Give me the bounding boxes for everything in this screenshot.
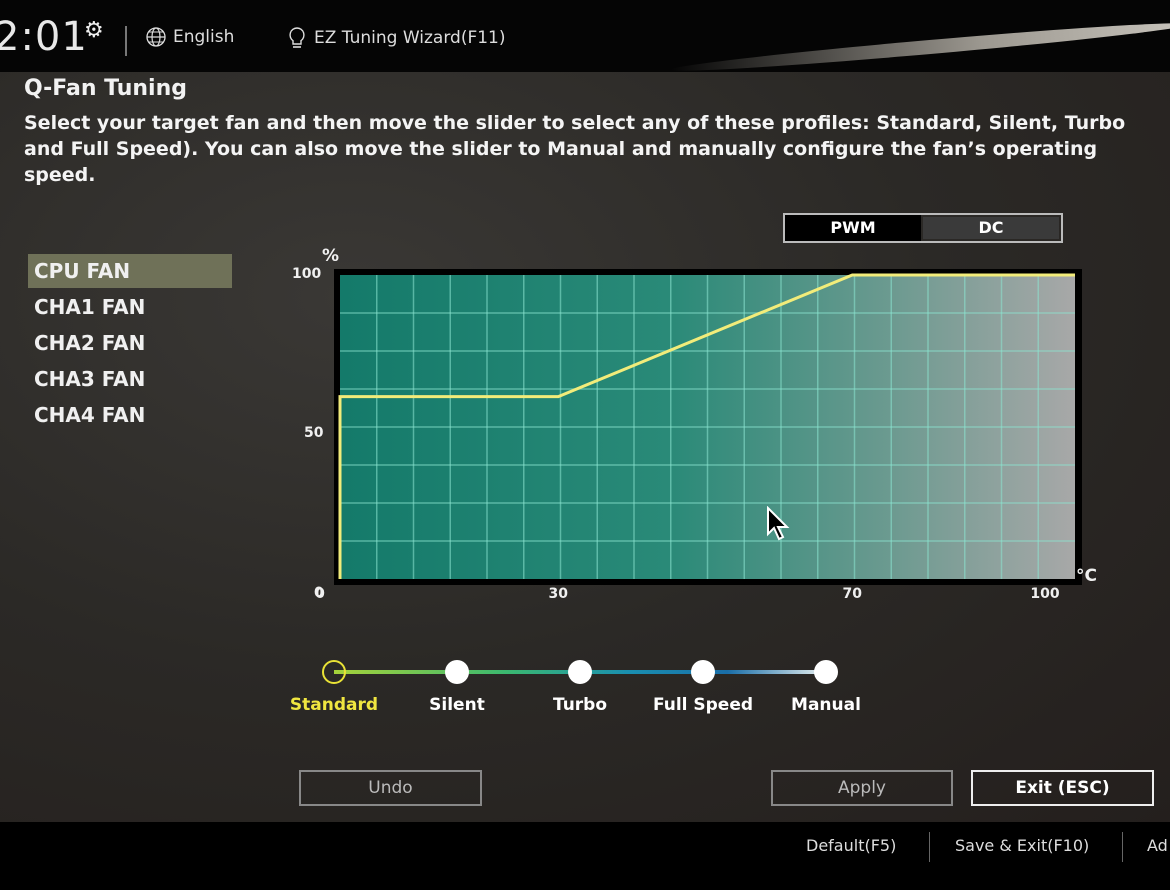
y-axis-label: % bbox=[322, 246, 340, 266]
profile-knob-turbo[interactable] bbox=[568, 660, 592, 684]
qfan-panel: Q-Fan Tuning Select your target fan and … bbox=[0, 72, 1170, 822]
profile-label-standard[interactable]: Standard bbox=[290, 695, 378, 715]
fan-mode-toggle: PWM DC bbox=[783, 213, 1063, 243]
fan-curve-chart[interactable] bbox=[334, 269, 1082, 585]
mouse-cursor-icon bbox=[767, 506, 790, 541]
profile-knob-full-speed[interactable] bbox=[691, 660, 715, 684]
x-axis-label: °C bbox=[1076, 566, 1097, 586]
bottom-bar: Default(F5) Save & Exit(F10) Ad bbox=[0, 822, 1170, 890]
x-tick-label: 100 bbox=[1030, 586, 1060, 602]
language-label: English bbox=[173, 27, 235, 47]
gear-icon[interactable]: ⚙ bbox=[84, 18, 104, 43]
default-button[interactable]: Default(F5) bbox=[806, 836, 896, 855]
profile-knob-standard[interactable] bbox=[322, 660, 346, 684]
divider bbox=[929, 832, 930, 862]
globe-icon bbox=[146, 27, 166, 47]
undo-button[interactable]: Undo bbox=[299, 770, 482, 806]
fan-curve-svg[interactable] bbox=[334, 269, 1082, 585]
profile-label-manual[interactable]: Manual bbox=[791, 695, 861, 715]
apply-button[interactable]: Apply bbox=[771, 770, 953, 806]
x-tick-label: 0 bbox=[315, 586, 325, 602]
y-tick-label: 100 bbox=[292, 266, 322, 282]
divider bbox=[1122, 832, 1123, 862]
profile-knob-manual[interactable] bbox=[814, 660, 838, 684]
fan-item-cha2[interactable]: CHA2 FAN bbox=[28, 326, 232, 360]
x-tick-label: 70 bbox=[842, 586, 863, 602]
advanced-mode-button[interactable]: Ad bbox=[1147, 836, 1168, 855]
y-tick-label: 50 bbox=[304, 425, 324, 441]
fan-item-cha1[interactable]: CHA1 FAN bbox=[28, 290, 232, 324]
page-description: Select your target fan and then move the… bbox=[24, 112, 1126, 186]
profile-knob-silent[interactable] bbox=[445, 660, 469, 684]
profile-label-turbo[interactable]: Turbo bbox=[553, 695, 607, 715]
profile-label-silent[interactable]: Silent bbox=[429, 695, 485, 715]
ez-tuning-wizard-button[interactable]: EZ Tuning Wizard(F11) bbox=[288, 26, 506, 50]
language-button[interactable]: English bbox=[145, 26, 234, 48]
fan-item-cha4[interactable]: CHA4 FAN bbox=[28, 398, 232, 432]
clock: 2:01 bbox=[0, 14, 88, 60]
fan-list: CPU FAN CHA1 FAN CHA2 FAN CHA3 FAN CHA4 … bbox=[28, 254, 232, 434]
mode-dc-button[interactable]: DC bbox=[923, 217, 1059, 239]
divider bbox=[125, 26, 127, 56]
profile-label-full-speed[interactable]: Full Speed bbox=[653, 695, 753, 715]
top-bar: 2:01 ⚙ English EZ Tuning Wizard(F11) bbox=[0, 0, 1170, 77]
profile-slider[interactable] bbox=[322, 660, 838, 684]
decorative-swoosh bbox=[670, 17, 1170, 77]
mode-pwm-button[interactable]: PWM bbox=[785, 215, 921, 241]
exit-button[interactable]: Exit (ESC) bbox=[971, 770, 1154, 806]
fan-item-cpu[interactable]: CPU FAN bbox=[28, 254, 232, 288]
lightbulb-icon bbox=[289, 27, 305, 48]
save-exit-button[interactable]: Save & Exit(F10) bbox=[955, 836, 1089, 855]
wizard-label: EZ Tuning Wizard(F11) bbox=[314, 28, 506, 48]
fan-item-cha3[interactable]: CHA3 FAN bbox=[28, 362, 232, 396]
page-title: Q-Fan Tuning bbox=[24, 76, 188, 101]
x-tick-label: 30 bbox=[548, 586, 569, 602]
